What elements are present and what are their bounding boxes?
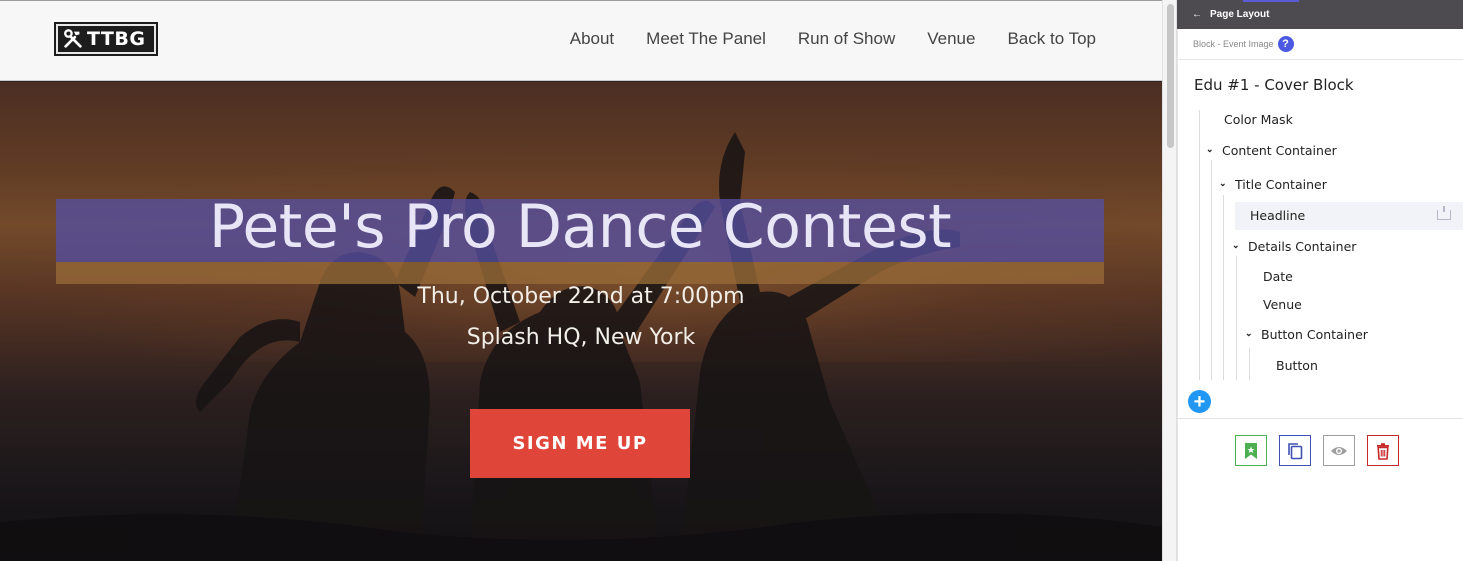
duplicate-block-button[interactable] xyxy=(1279,435,1311,466)
block-title: Edu #1 - Cover Block xyxy=(1194,76,1354,94)
page-layout-back-link[interactable]: Page Layout xyxy=(1210,9,1269,20)
tree-node-headline[interactable]: Headline xyxy=(1250,208,1305,223)
preview-scrollbar[interactable] xyxy=(1162,0,1177,561)
tree-node-details-container[interactable]: Details Container xyxy=(1248,239,1356,254)
tree-guide xyxy=(1211,160,1212,380)
back-arrow-icon[interactable]: ← xyxy=(1192,9,1202,20)
tree-guide xyxy=(1249,348,1250,380)
chevron-down-icon[interactable]: ⌄ xyxy=(1206,144,1214,155)
delete-block-button[interactable] xyxy=(1367,435,1399,466)
copy-icon xyxy=(1288,442,1303,459)
cover-block: Pete's Pro Dance Contest Thu, October 22… xyxy=(0,82,1162,561)
nav-link-run-of-show[interactable]: Run of Show xyxy=(798,29,895,49)
nav-link-meet-the-panel[interactable]: Meet The Panel xyxy=(646,29,766,49)
tools-icon xyxy=(64,29,82,48)
eye-icon xyxy=(1331,446,1347,455)
tree-guide xyxy=(1236,256,1237,380)
header-accent xyxy=(1243,0,1299,2)
nav-link-venue[interactable]: Venue xyxy=(927,29,975,49)
plus-icon[interactable]: + xyxy=(1188,390,1211,413)
chevron-down-icon[interactable]: ⌄ xyxy=(1232,240,1240,251)
tree-node-content-container[interactable]: Content Container xyxy=(1222,143,1337,158)
tree-guide xyxy=(1223,195,1224,380)
event-date[interactable]: Thu, October 22nd at 7:00pm xyxy=(0,284,1162,309)
scrollbar-thumb[interactable] xyxy=(1167,4,1174,148)
panel-header: ← Page Layout xyxy=(1177,0,1463,29)
site-nav: About Meet The Panel Run of Show Venue B… xyxy=(538,29,1096,49)
tree-node-button[interactable]: Button xyxy=(1276,358,1318,373)
save-block-button[interactable] xyxy=(1235,435,1267,466)
bookmark-icon xyxy=(1245,442,1257,459)
headline[interactable]: Pete's Pro Dance Contest xyxy=(56,192,1104,262)
trash-icon xyxy=(1377,442,1389,460)
tree-node-date[interactable]: Date xyxy=(1263,269,1293,284)
pin-icon[interactable] xyxy=(1437,206,1451,220)
site-logo[interactable]: TTBG xyxy=(54,22,158,56)
sign-up-button[interactable]: SIGN ME UP xyxy=(470,409,690,478)
layer-tree: Edu #1 - Cover Block Color Mask ⌄ Conten… xyxy=(1177,60,1463,418)
chevron-down-icon[interactable]: ⌄ xyxy=(1245,328,1253,339)
help-icon[interactable]: ? xyxy=(1277,36,1294,52)
tree-node-venue[interactable]: Venue xyxy=(1263,297,1302,312)
block-actions xyxy=(1235,435,1399,466)
panel-divider xyxy=(1177,418,1463,419)
nav-link-about[interactable]: About xyxy=(570,29,614,49)
nav-link-back-to-top[interactable]: Back to Top xyxy=(1007,29,1096,49)
event-venue[interactable]: Splash HQ, New York xyxy=(0,325,1162,350)
tree-guide xyxy=(1199,110,1200,380)
logo-text: TTBG xyxy=(87,28,146,50)
chevron-down-icon[interactable]: ⌄ xyxy=(1219,178,1227,189)
page-layout-panel: ← Page Layout Block - Event Image ? Edu … xyxy=(1177,0,1463,561)
breadcrumb: Block - Event Image ? xyxy=(1177,29,1463,60)
toggle-visibility-button[interactable] xyxy=(1323,435,1355,466)
site-preview: TTBG About Meet The Panel Run of Show Ve… xyxy=(0,0,1162,561)
site-header: TTBG About Meet The Panel Run of Show Ve… xyxy=(0,0,1162,81)
headline-padding-highlight xyxy=(56,262,1104,284)
tree-node-title-container[interactable]: Title Container xyxy=(1235,177,1327,192)
tree-node-color-mask[interactable]: Color Mask xyxy=(1224,112,1293,127)
tree-node-button-container[interactable]: Button Container xyxy=(1261,327,1368,342)
breadcrumb-text: Block - Event Image xyxy=(1193,39,1274,49)
color-mask xyxy=(0,82,1162,561)
